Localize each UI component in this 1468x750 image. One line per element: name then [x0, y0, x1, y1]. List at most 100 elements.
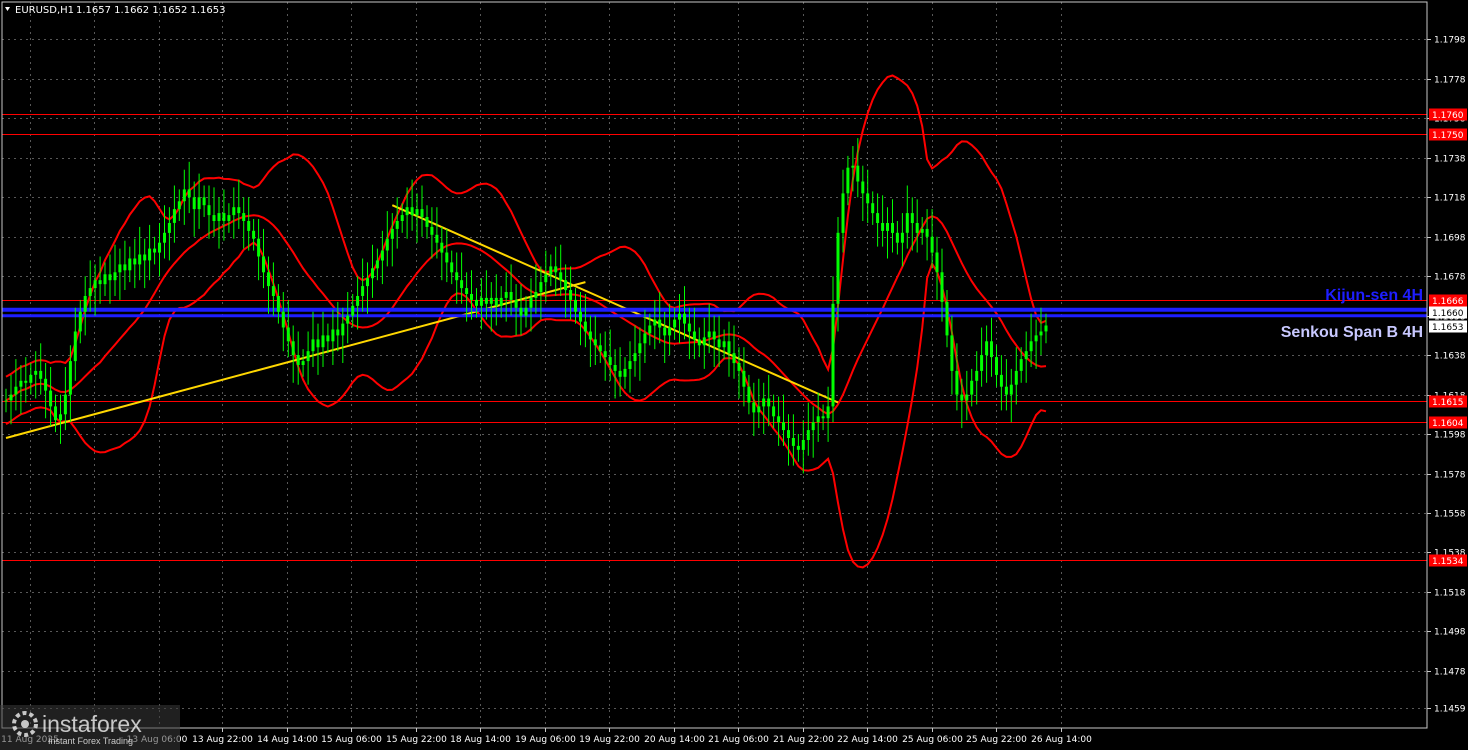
candle-body: [262, 256, 265, 273]
candle-body: [232, 207, 236, 216]
candle-body: [1044, 325, 1048, 332]
y-tick-label: 1.1638: [1434, 352, 1466, 362]
candle-body: [247, 221, 251, 231]
candle-body: [465, 288, 469, 294]
candle-body: [588, 331, 592, 340]
candle-body: [905, 213, 909, 233]
candle-body: [73, 331, 77, 362]
candle-body: [78, 311, 82, 332]
candle-body: [603, 351, 607, 358]
candle-body: [336, 329, 340, 336]
candle-body: [806, 430, 810, 440]
candle-body: [782, 422, 785, 431]
candle-body: [831, 303, 835, 407]
candle-body: [341, 323, 345, 336]
candle-body: [796, 445, 800, 450]
candle-body: [524, 307, 528, 316]
candle-body: [420, 209, 424, 217]
candle-body: [509, 292, 513, 300]
logo-brand: instaforex: [42, 711, 142, 737]
candle-body: [1014, 370, 1018, 385]
candle-body: [267, 272, 270, 287]
candle-body: [826, 406, 830, 419]
candle-body: [98, 280, 102, 285]
candle-body: [559, 272, 563, 281]
candle-body: [19, 380, 23, 387]
candle-body: [757, 406, 761, 413]
candle-body: [321, 335, 325, 348]
candle-body: [707, 331, 711, 338]
candle-body: [945, 301, 949, 336]
candle-body: [687, 323, 691, 332]
candle-body: [177, 201, 181, 210]
candle-body: [574, 299, 577, 312]
logo-tagline: Instant Forex Trading: [48, 736, 133, 746]
candle-body: [54, 406, 57, 421]
current-price-label: 1.1653: [1432, 323, 1464, 333]
candle-body: [881, 223, 885, 231]
candle-body: [163, 232, 166, 243]
candle-body: [455, 272, 459, 281]
candle-body: [598, 345, 602, 352]
candle-body: [108, 274, 112, 281]
candle-body: [9, 394, 13, 401]
candle-body: [212, 215, 216, 221]
x-tick-label: 21 Aug 22:00: [773, 735, 834, 745]
candle-body: [425, 217, 429, 227]
candle-body: [242, 213, 246, 221]
y-tick-label: 1.1718: [1434, 194, 1466, 204]
candle-body: [762, 398, 766, 407]
candle-body: [1029, 341, 1033, 352]
candle-body: [182, 189, 186, 202]
candle-body: [202, 197, 206, 206]
candle-body: [980, 355, 984, 371]
candle-body: [445, 252, 449, 263]
level-price-label: 1.1750: [1432, 131, 1464, 141]
candle-body: [380, 250, 384, 261]
candle-body: [737, 363, 741, 371]
candle-body: [539, 282, 543, 292]
candle-body: [752, 402, 756, 413]
candle-body: [148, 248, 152, 261]
candle-body: [618, 370, 622, 377]
candle-body: [361, 286, 365, 296]
candle-body: [722, 341, 726, 348]
x-tick-label: 25 Aug 06:00: [902, 735, 963, 745]
y-tick-label: 1.1598: [1434, 431, 1466, 441]
candle-body: [727, 341, 731, 354]
candle-body: [494, 297, 498, 306]
candle-body: [356, 296, 360, 306]
level-price-label: 1.1760: [1432, 111, 1464, 121]
symbol-title: EURUSD,H1: [15, 5, 74, 16]
candle-body: [1004, 386, 1008, 395]
x-tick-label: 13 Aug 22:00: [192, 735, 253, 745]
instaforex-logo: instaforex Instant Forex Trading: [0, 705, 180, 750]
x-tick-label: 21 Aug 06:00: [708, 735, 769, 745]
candle-body: [286, 327, 290, 342]
candle-body: [415, 209, 419, 215]
candle-body: [930, 236, 934, 253]
candle-body: [351, 305, 355, 316]
x-tick-label: 15 Aug 06:00: [321, 735, 382, 745]
y-tick-label: 1.1459: [1434, 705, 1466, 715]
candle-body: [197, 197, 201, 210]
candle-body: [935, 252, 939, 273]
candle-body: [440, 242, 444, 253]
candle-body: [207, 205, 211, 216]
candle-body: [613, 365, 617, 371]
y-tick-label: 1.1778: [1434, 76, 1466, 86]
candle-body: [717, 339, 721, 348]
candle-body: [673, 319, 677, 328]
candle-body: [1024, 351, 1028, 360]
candle-body: [83, 296, 87, 312]
level-price-label: 1.1615: [1432, 398, 1464, 408]
candle-body: [44, 378, 48, 391]
candle-body: [4, 400, 8, 402]
price-chart: 1.17981.17781.17581.17381.17181.16981.16…: [0, 0, 1468, 750]
candle-body: [668, 327, 672, 336]
candle-body: [549, 266, 553, 275]
candle-body: [113, 272, 117, 281]
candle-body: [683, 313, 686, 324]
candle-body: [910, 213, 914, 223]
candle-body: [851, 165, 855, 168]
